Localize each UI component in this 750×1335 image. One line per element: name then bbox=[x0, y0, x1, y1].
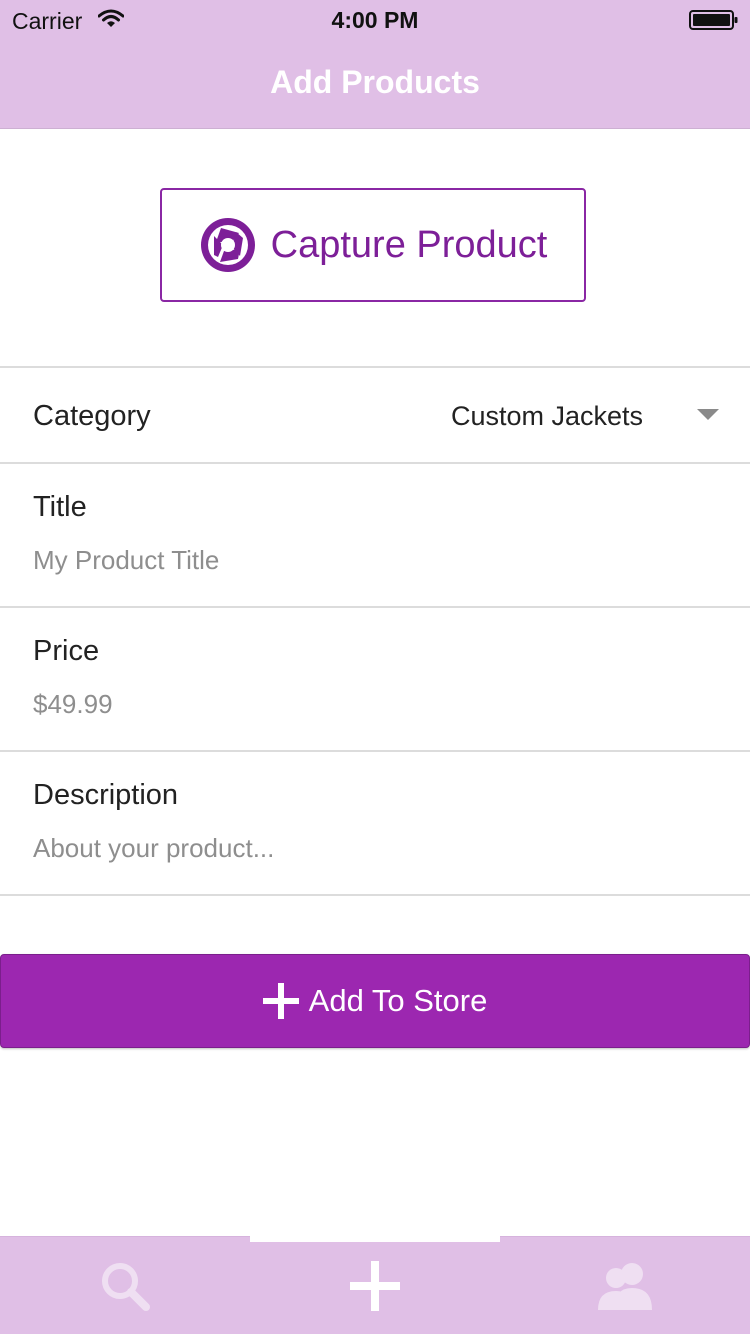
header-bar: Carrier 4:00 PM Add Products bbox=[0, 0, 750, 129]
tab-users[interactable] bbox=[500, 1237, 750, 1335]
capture-product-button[interactable]: Capture Product bbox=[160, 188, 586, 302]
divider bbox=[0, 462, 750, 464]
category-label: Category bbox=[33, 400, 151, 432]
price-label: Price bbox=[33, 635, 100, 667]
description-label: Description bbox=[33, 779, 179, 811]
tab-bar bbox=[0, 1236, 750, 1334]
users-icon bbox=[598, 1263, 652, 1310]
tab-search[interactable] bbox=[0, 1237, 250, 1335]
chevron-down-icon[interactable] bbox=[697, 409, 719, 420]
divider bbox=[0, 750, 750, 752]
plus-icon bbox=[262, 983, 299, 1019]
status-time: 4:00 PM bbox=[331, 7, 419, 33]
title-input[interactable]: My Product Title bbox=[33, 545, 219, 576]
plus-icon bbox=[350, 1261, 400, 1311]
battery-icon bbox=[689, 10, 738, 30]
capture-product-label: Capture Product bbox=[270, 223, 548, 266]
add-to-store-label: Add To Store bbox=[308, 983, 488, 1018]
divider bbox=[0, 606, 750, 608]
search-icon bbox=[102, 1263, 150, 1311]
add-to-store-button[interactable]: Add To Store bbox=[0, 954, 750, 1048]
tab-add[interactable] bbox=[250, 1236, 500, 1335]
divider bbox=[0, 894, 750, 896]
title-label: Title bbox=[33, 491, 87, 523]
page-title: Add Products bbox=[270, 64, 480, 100]
status-bar: Carrier 4:00 PM bbox=[0, 0, 750, 40]
aperture-icon bbox=[200, 218, 255, 272]
description-input[interactable]: About your product... bbox=[33, 833, 274, 864]
price-input[interactable]: $49.99 bbox=[33, 689, 113, 720]
category-select-value[interactable]: Custom Jackets bbox=[451, 401, 643, 432]
